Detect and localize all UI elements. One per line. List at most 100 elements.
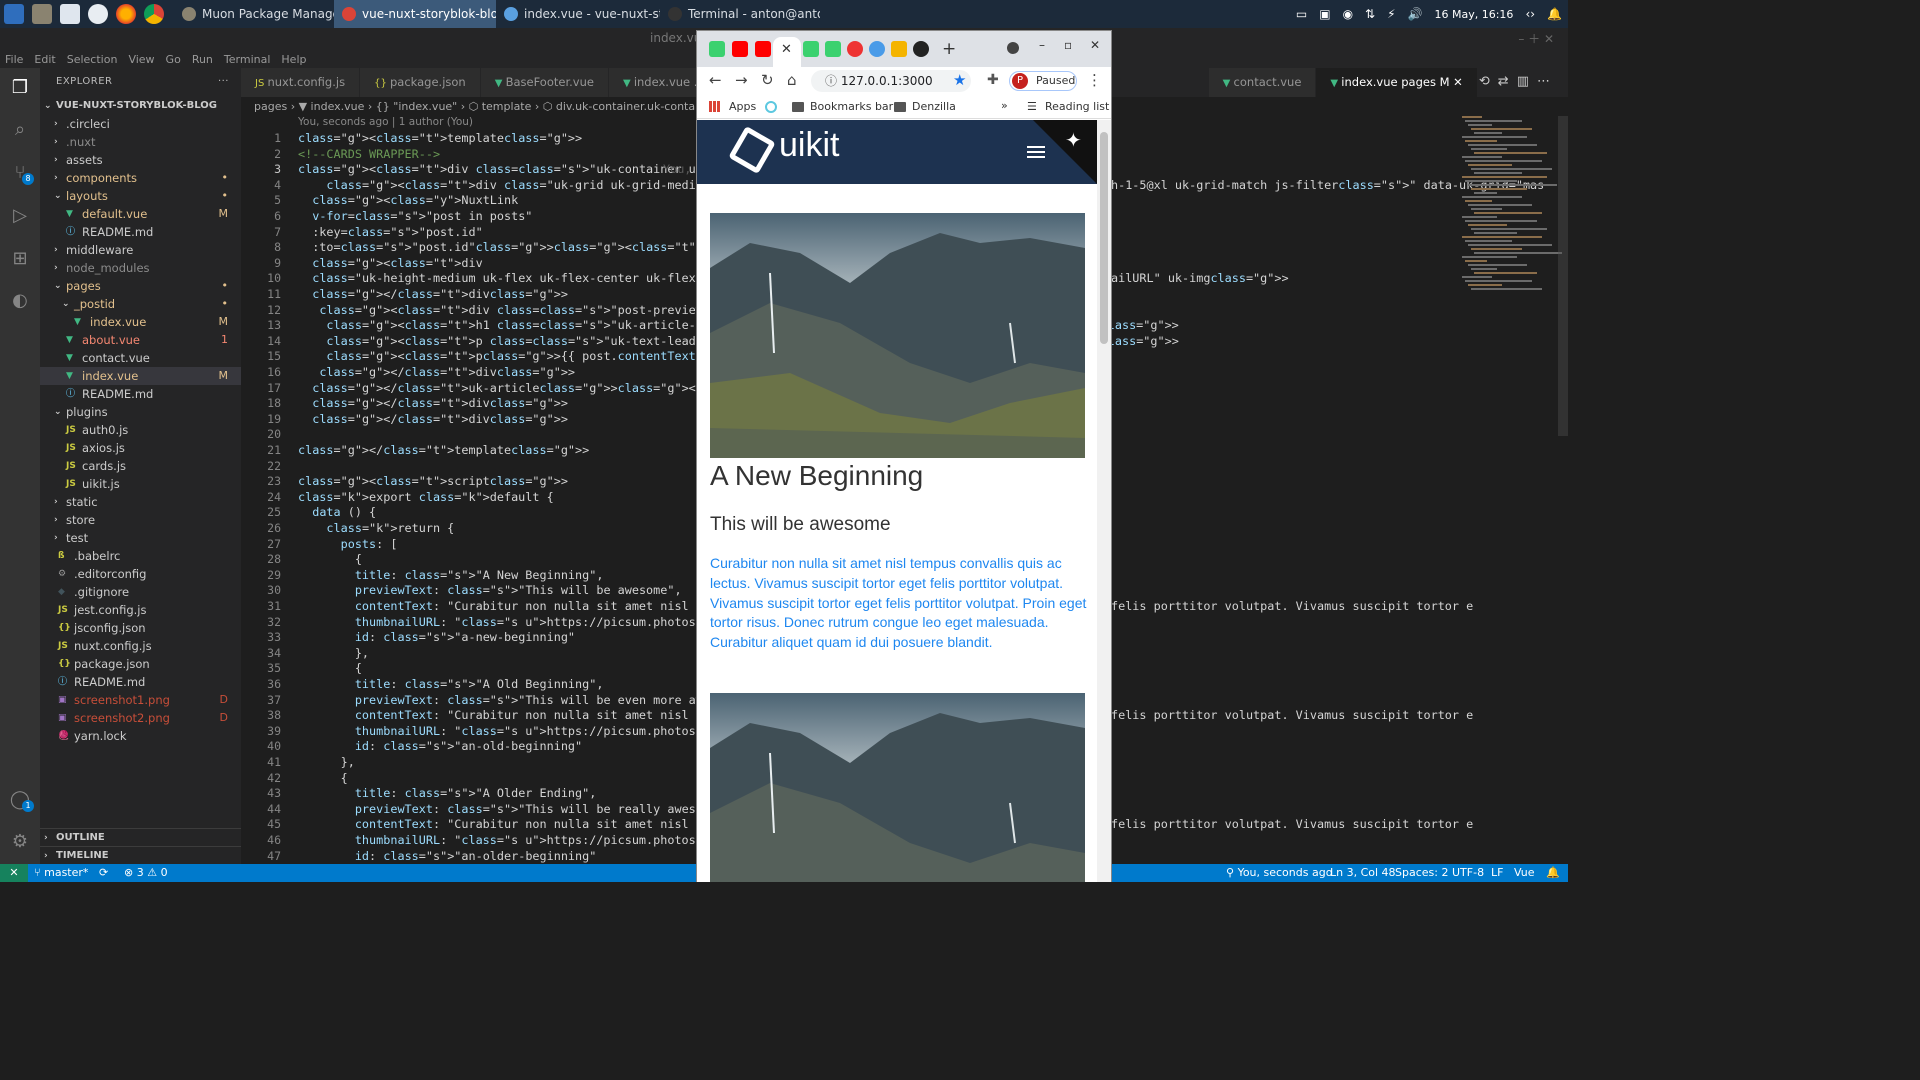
file-tree-item[interactable]: JS auth0.js	[40, 421, 241, 439]
menu-view[interactable]: View	[128, 53, 154, 66]
code-line[interactable]: class="uk-height-medium uk-flex uk-flex-…	[298, 271, 696, 285]
profile-paused-button[interactable]: P Paused	[1009, 71, 1077, 91]
problems-status[interactable]: ⊗ 3 ⚠ 0	[124, 864, 168, 882]
code-line[interactable]: previewText: class="s">"This will be eve…	[298, 693, 753, 707]
tab-favicon-sync[interactable]	[869, 41, 885, 57]
branch-status[interactable]: ⑂ master*	[34, 864, 88, 882]
tab-favicon-drive[interactable]	[891, 41, 907, 57]
file-tree-item[interactable]: 🧶 yarn.lock	[40, 727, 241, 745]
taskbar-task[interactable]: Terminal - anton@anton-Thi...	[660, 0, 820, 28]
clock[interactable]: 16 May, 16:16	[1435, 8, 1514, 21]
encoding-status[interactable]: UTF-8	[1452, 864, 1484, 882]
file-tree-item[interactable]: › static	[40, 493, 241, 511]
editor-tab[interactable]: {} package.json	[360, 68, 481, 97]
code-line[interactable]: id: class="s">"an-older-beginning"	[298, 849, 597, 863]
post-content-text[interactable]: Curabitur non nulla sit amet nisl tempus…	[710, 554, 1090, 653]
transfer-tray-icon[interactable]: ⇅	[1365, 7, 1375, 21]
window-controls[interactable]: – ＋ ✕	[1518, 30, 1554, 47]
file-tree-item[interactable]: › test	[40, 529, 241, 547]
file-tree-item[interactable]: › .nuxt	[40, 133, 241, 151]
code-line[interactable]: class="g"><class="y">NuxtLink	[298, 193, 518, 207]
address-bar[interactable]: ⓘ 127.0.0.1:3000	[811, 70, 971, 92]
file-tree-item[interactable]: JS axios.js	[40, 439, 241, 457]
code-line[interactable]: contentText: "Curabitur non nulla sit am…	[298, 708, 710, 722]
uikit-logo-icon[interactable]	[728, 125, 776, 175]
file-tree-item[interactable]: › assets	[40, 151, 241, 169]
file-tree-item[interactable]: ⓘ README.md	[40, 673, 241, 691]
reload-icon[interactable]: ↻	[761, 71, 774, 89]
remote-icon[interactable]: ✕	[0, 864, 28, 882]
files-icon[interactable]	[32, 4, 52, 24]
code-line[interactable]: {	[298, 552, 362, 566]
bookmark-favicon-icon[interactable]	[765, 101, 777, 113]
indentation-status[interactable]: Spaces: 2	[1395, 864, 1448, 882]
chrome-icon[interactable]	[144, 4, 164, 24]
power-tray-icon[interactable]: ⚡	[1387, 7, 1395, 21]
code-line-overflow[interactable]: ailURL" uk-imgclass="g">>	[1111, 271, 1289, 285]
split-editor-icon[interactable]: ▥	[1517, 74, 1537, 89]
menu-selection[interactable]: Selection	[67, 53, 118, 66]
code-line[interactable]: class="g"></class="t">templateclass="g">…	[298, 443, 589, 457]
editor-scrollbar[interactable]	[1558, 116, 1568, 436]
code-line[interactable]: class="k">export class="k">default {	[298, 490, 554, 504]
tab-favicon-c[interactable]	[847, 41, 863, 57]
sync-status[interactable]: ⟳	[99, 864, 108, 882]
tab-youtube-icon[interactable]	[755, 41, 771, 57]
file-tree-item[interactable]: JS jest.config.js	[40, 601, 241, 619]
close-icon[interactable]: ✕	[1450, 75, 1463, 89]
code-line[interactable]: previewText: class="s">"This will be awe…	[298, 583, 682, 597]
editor-icon[interactable]	[60, 4, 80, 24]
file-tree-item[interactable]: ▼ default.vue M	[40, 205, 241, 223]
notifications-icon[interactable]: 🔔	[1547, 7, 1562, 21]
history-icon[interactable]: ⟲	[1479, 74, 1498, 89]
code-line[interactable]: :key=class="s">"post.id"	[298, 225, 482, 239]
home-icon[interactable]: ⌂	[787, 71, 797, 89]
bird-icon[interactable]: ✦	[1065, 128, 1082, 152]
folder-tray-icon[interactable]: ▭	[1296, 7, 1307, 21]
code-line[interactable]: title: class="s">"A Old Beginning",	[298, 677, 604, 691]
file-tree-item[interactable]: ▼ index.vue M	[40, 367, 241, 385]
post-thumbnail[interactable]	[710, 213, 1085, 458]
file-tree-item[interactable]: ⌄ pages •	[40, 277, 241, 295]
code-line[interactable]: <!--CARDS WRAPPER-->	[298, 147, 440, 161]
extensions-puzzle-icon[interactable]: ✚	[987, 72, 999, 88]
close-window-button[interactable]: ✕	[1090, 38, 1100, 52]
reading-list[interactable]: Reading list	[1045, 100, 1109, 113]
code-line[interactable]: class="g"><class="t">templateclass="g">>	[298, 131, 582, 145]
cursor-position[interactable]: Ln 3, Col 48	[1330, 864, 1396, 882]
file-tree-item[interactable]: ⌄ _postid •	[40, 295, 241, 313]
bell-icon[interactable]: 🔔	[1546, 864, 1560, 882]
info-icon[interactable]: ⓘ	[825, 74, 841, 88]
code-line-overflow[interactable]: felis porttitor volutpat. Vivamus suscip…	[1111, 599, 1473, 613]
file-tree-item[interactable]: JS uikit.js	[40, 475, 241, 493]
code-line[interactable]: title: class="s">"A Older Ending",	[298, 786, 597, 800]
explorer-icon[interactable]: ❐	[8, 76, 32, 100]
file-tree-item[interactable]: ⌄ plugins	[40, 403, 241, 421]
tab-youtube-icon[interactable]	[732, 41, 748, 57]
code-line[interactable]: data () {	[298, 505, 376, 519]
extensions-icon[interactable]: ⊞	[8, 247, 32, 271]
file-tree-item[interactable]: {} package.json	[40, 655, 241, 673]
menu-run[interactable]: Run	[192, 53, 213, 66]
code-line[interactable]: class="g"><class="t">div	[298, 256, 482, 270]
network-app-icon[interactable]	[88, 4, 108, 24]
file-tree-item[interactable]: ▣ screenshot2.png D	[40, 709, 241, 727]
code-line[interactable]: class="g"></class="t">divclass="g">>	[298, 412, 568, 426]
code-line[interactable]: {	[298, 661, 362, 675]
code-line[interactable]: v-for=class="s">"post in posts"	[298, 209, 532, 223]
taskbar-task[interactable]: index.vue - vue-nuxt-storybl...	[496, 0, 660, 28]
file-tree-item[interactable]: › .circleci	[40, 115, 241, 133]
active-tab[interactable]: ✕	[773, 37, 801, 67]
menu-terminal[interactable]: Terminal	[224, 53, 271, 66]
code-line[interactable]: title: class="s">"A New Beginning",	[298, 568, 604, 582]
file-tree-item[interactable]: › components •	[40, 169, 241, 187]
code-line-overflow[interactable]: felis porttitor volutpat. Vivamus suscip…	[1111, 817, 1473, 831]
file-tree-item[interactable]: ⚙ .editorconfig	[40, 565, 241, 583]
blame-status[interactable]: ⚲ You, seconds ago	[1226, 864, 1332, 882]
file-tree-item[interactable]: › store	[40, 511, 241, 529]
eol-status[interactable]: LF	[1491, 864, 1503, 882]
file-tree-item[interactable]: ß .babelrc	[40, 547, 241, 565]
file-tree-item[interactable]: › middleware	[40, 241, 241, 259]
code-line[interactable]: class="g"><class="t">scriptclass="g">>	[298, 474, 568, 488]
code-line[interactable]: contentText: "Curabitur non nulla sit am…	[298, 599, 710, 613]
